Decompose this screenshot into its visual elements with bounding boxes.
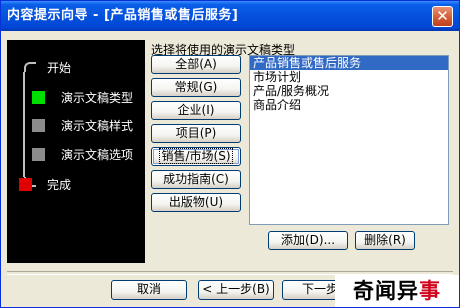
list-item[interactable]: 市场计划 — [250, 70, 448, 84]
step-start: 开始 — [7, 58, 145, 76]
template-listbox[interactable]: 产品销售或售后服务 市场计划 产品/服务概况 商品介绍 — [249, 55, 449, 225]
category-publications-button[interactable]: 出版物(U) — [151, 193, 241, 212]
step-finish: 完成 — [7, 175, 145, 193]
list-item[interactable]: 产品销售或售后服务 — [250, 56, 448, 70]
step-presentation-type: 演示文稿类型 — [7, 88, 145, 106]
wizard-steps-panel: 开始 演示文稿类型 演示文稿样式 演示文稿选项 完成 — [7, 40, 145, 263]
category-general-button[interactable]: 常规(G) — [151, 78, 241, 97]
step-indicator-finish — [19, 178, 32, 191]
category-sales-marketing-button[interactable]: 销售/市场(S) — [151, 147, 241, 166]
category-projects-button[interactable]: 项目(P) — [151, 124, 241, 143]
step-indicator — [32, 148, 45, 161]
step-label: 演示文稿选项 — [61, 148, 134, 162]
close-icon: ✕ — [436, 7, 449, 25]
cancel-button[interactable]: 取消 — [111, 280, 187, 300]
category-corporate-button[interactable]: 企业(I) — [151, 101, 241, 120]
category-success-guide-button[interactable]: 成功指南(C) — [151, 170, 241, 189]
title-bar[interactable]: 内容提示向导 - [产品销售或售后服务] ✕ — [1, 1, 459, 31]
step-label: 开始 — [47, 61, 72, 75]
close-button[interactable]: ✕ — [432, 6, 453, 27]
list-item[interactable]: 产品/服务概况 — [250, 84, 448, 98]
step-presentation-options: 演示文稿选项 — [7, 145, 145, 163]
window-title: 内容提示向导 - [产品销售或售后服务] — [7, 8, 239, 23]
delete-template-button[interactable]: 删除(R) — [355, 231, 415, 250]
step-indicator-current — [32, 91, 45, 104]
category-all-button[interactable]: 全部(A) — [151, 55, 241, 74]
list-item[interactable]: 商品介绍 — [250, 98, 448, 112]
step-label: 演示文稿类型 — [61, 91, 134, 105]
step-presentation-style: 演示文稿样式 — [7, 116, 145, 134]
wizard-window: 内容提示向导 - [产品销售或售后服务] ✕ 开始 演示文稿类型 演示文稿样式 … — [0, 0, 460, 308]
back-button[interactable]: < 上一步(B) — [198, 280, 274, 300]
step-indicator — [32, 119, 45, 132]
step-label: 完成 — [47, 178, 72, 192]
step-label: 演示文稿样式 — [61, 119, 134, 133]
add-template-button[interactable]: 添加(D)... — [268, 231, 348, 250]
watermark: 奇闻异事 — [335, 275, 459, 307]
